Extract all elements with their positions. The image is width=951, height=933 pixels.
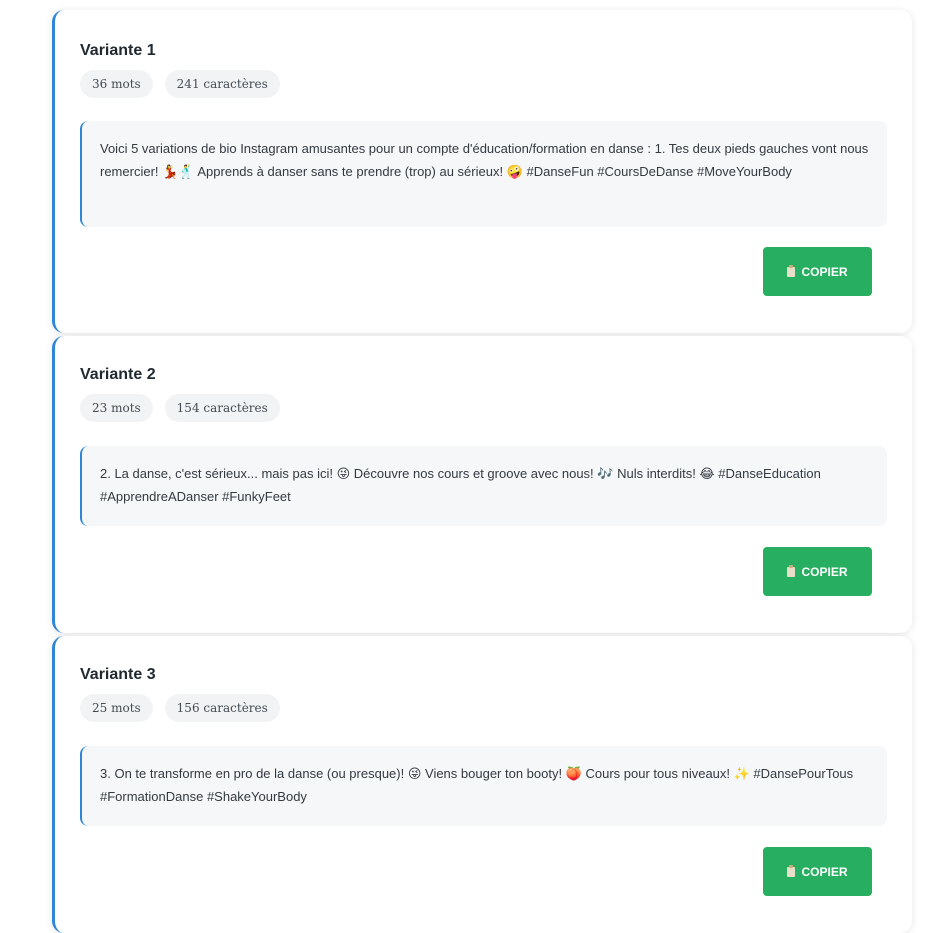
word-count-badge: 23 mots [80, 394, 153, 422]
word-count-badge: 36 mots [80, 70, 153, 98]
variant-card: Variante 2 23 mots 154 caractères 2. La … [52, 336, 912, 633]
clipboard-icon [787, 564, 796, 577]
copy-button[interactable]: COPIER [763, 847, 872, 896]
variant-text: 3. On te transforme en pro de la danse (… [80, 746, 887, 826]
variant-stats: 25 mots 156 caractères [80, 694, 280, 722]
variants-page: Variante 1 36 mots 241 caractères Voici … [0, 0, 951, 933]
variant-title: Variante 1 [80, 42, 156, 59]
copy-button-label: COPIER [801, 264, 848, 279]
clipboard-icon [787, 264, 796, 277]
char-count-badge: 241 caractères [164, 70, 280, 98]
clipboard-icon [787, 864, 796, 877]
variant-text: Voici 5 variations de bio Instagram amus… [80, 121, 887, 227]
variant-stats: 23 mots 154 caractères [80, 394, 280, 422]
char-count-badge: 154 caractères [164, 394, 280, 422]
copy-button-label: COPIER [801, 864, 848, 879]
variant-card: Variante 1 36 mots 241 caractères Voici … [52, 10, 912, 333]
variant-title: Variante 3 [80, 666, 156, 683]
copy-button[interactable]: COPIER [763, 247, 872, 296]
variant-text: 2. La danse, c'est sérieux... mais pas i… [80, 446, 887, 526]
variant-card: Variante 3 25 mots 156 caractères 3. On … [52, 636, 912, 933]
copy-button[interactable]: COPIER [763, 547, 872, 596]
variant-title: Variante 2 [80, 366, 156, 383]
variant-stats: 36 mots 241 caractères [80, 70, 280, 98]
char-count-badge: 156 caractères [164, 694, 280, 722]
word-count-badge: 25 mots [80, 694, 153, 722]
copy-button-label: COPIER [801, 564, 848, 579]
